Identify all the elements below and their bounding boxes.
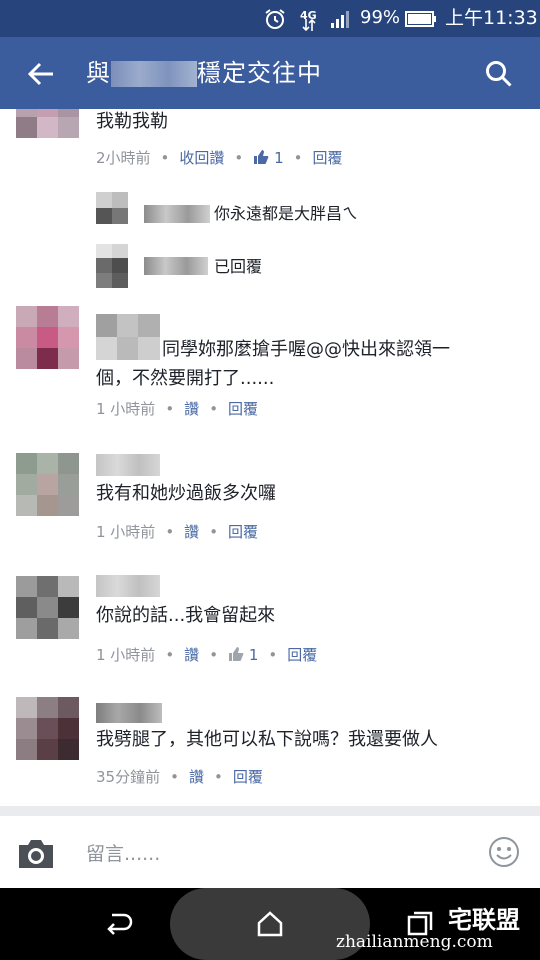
title-suffix: 穩定交往中 — [197, 59, 322, 87]
divider — [0, 806, 540, 816]
comment-text: 我劈腿了，其他可以私下說嗎？我還要做人 — [96, 729, 438, 750]
comment-time: 1 小時前 — [96, 646, 156, 664]
title-prefix: 與 — [86, 59, 111, 87]
app-bar: 與 穩定交往中 — [0, 37, 540, 109]
comment-meta: 1 小時前 • 讚 • 回覆 — [96, 400, 259, 418]
reply-text: 已回覆 — [214, 257, 263, 276]
comment-meta: 1 小時前 • 讚 • 1 • 回覆 — [96, 646, 318, 664]
back-nav-icon[interactable] — [104, 910, 134, 938]
watermark-brand: 宅联盟 — [448, 905, 520, 934]
signal-icon — [331, 11, 349, 28]
reply-avatar[interactable] — [96, 244, 128, 288]
data-arrows-icon — [302, 18, 316, 32]
comment-text-line-2: 個，不然要開打了...... — [96, 368, 275, 389]
blurred-name — [96, 575, 160, 597]
camera-icon[interactable] — [16, 837, 56, 871]
avatar[interactable] — [16, 697, 80, 761]
reply-button[interactable]: 回覆 — [233, 768, 263, 786]
like-button[interactable]: 讚 — [184, 400, 199, 418]
like-button[interactable]: 讚 — [184, 523, 199, 541]
like-thumb-icon — [229, 647, 244, 661]
unlike-button[interactable]: 收回讚 — [179, 149, 224, 167]
home-icon[interactable] — [256, 910, 284, 938]
comment-text-line-1: 同學妳那麼搶手喔@@快出來認領一 — [162, 339, 450, 360]
alarm-icon — [265, 9, 285, 29]
blurred-name — [111, 61, 197, 87]
avatar[interactable] — [16, 576, 80, 640]
reply-button[interactable]: 回覆 — [228, 400, 258, 418]
reply-button[interactable]: 回覆 — [312, 149, 342, 167]
comment-text: 我有和她炒過飯多次囉 — [96, 483, 276, 504]
comment-list: 我勒我勒 2小時前 • 收回讚 • 1 • 回覆 你永遠都是大胖昌ㄟ 已回覆 同學妳那麼搶… — [0, 109, 540, 809]
comment-text: 我勒我勒 — [96, 111, 168, 132]
battery-percent: 99% — [360, 7, 401, 28]
clock: 上午11:33 — [445, 7, 538, 29]
search-icon[interactable] — [484, 59, 514, 89]
blurred-reply-name — [144, 205, 210, 223]
blurred-name — [96, 314, 160, 360]
comment-meta: 35分鐘前 • 讚 • 回覆 — [96, 768, 263, 786]
battery-icon — [405, 11, 436, 27]
comment-text: 你說的話...我會留起來 — [96, 605, 276, 626]
reply-text: 你永遠都是大胖昌ㄟ — [214, 204, 359, 223]
reply-button[interactable]: 回覆 — [287, 646, 317, 664]
like-button[interactable]: 讚 — [189, 768, 204, 786]
reply-button[interactable]: 回覆 — [228, 523, 258, 541]
like-count: 1 — [274, 149, 284, 167]
blurred-name — [96, 454, 160, 476]
comment-time: 35分鐘前 — [96, 768, 161, 786]
page-title: 與 穩定交往中 — [86, 56, 322, 90]
status-bar: 4G 99% 上午11:33 — [0, 0, 540, 37]
reply-avatar[interactable] — [96, 192, 128, 224]
comment-time: 2小時前 — [96, 149, 151, 167]
comment-time: 1 小時前 — [96, 400, 156, 418]
blurred-name — [96, 703, 162, 723]
avatar[interactable] — [16, 109, 80, 139]
avatar[interactable] — [16, 453, 80, 517]
like-count: 1 — [248, 646, 259, 664]
comment-meta: 1 小時前 • 讚 • 回覆 — [96, 523, 259, 541]
comment-input[interactable]: 留言...... — [86, 839, 160, 866]
like-button[interactable]: 讚 — [184, 646, 199, 664]
avatar[interactable] — [16, 306, 80, 370]
comment-time: 1 小時前 — [96, 523, 156, 541]
comment-composer: 留言...... — [0, 816, 540, 888]
comment-meta: 2小時前 • 收回讚 • 1 • 回覆 — [96, 149, 343, 167]
back-arrow-icon[interactable] — [26, 59, 56, 89]
blurred-reply-name — [144, 257, 208, 275]
like-thumb-icon — [254, 150, 269, 164]
watermark-url: zhailianmeng.com — [336, 932, 493, 952]
emoji-icon[interactable] — [488, 836, 520, 868]
